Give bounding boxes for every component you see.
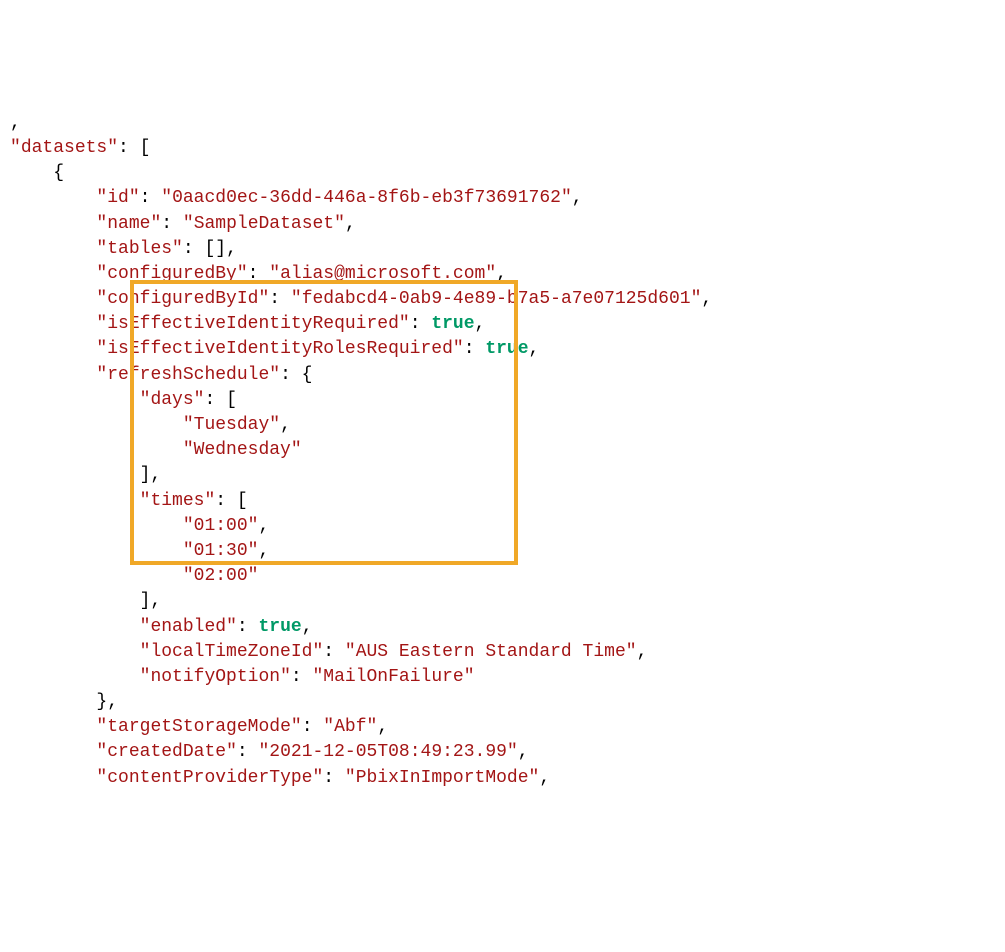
time-0: 01:00 [194,516,248,536]
refreshSchedule-key: refreshSchedule [107,365,269,385]
targetStorageMode-value: Abf [334,717,366,737]
enabled-key: enabled [150,617,226,637]
name-key: name [107,214,150,234]
days-key: days [150,390,193,410]
configuredById-value: fedabcd4-0ab9-4e89-b7a5-a7e07125d601 [302,289,691,309]
isEffectiveIdentityRequired-key: isEffectiveIdentityRequired [107,314,399,334]
datasets-key: datasets [21,138,107,158]
time-2: 02:00 [194,566,248,586]
targetStorageMode-key: targetStorageMode [107,717,291,737]
day-0: Tuesday [194,415,270,435]
tables-key: tables [107,239,172,259]
localTimeZoneId-value: AUS Eastern Standard Time [356,642,626,662]
contentProviderType-value: PbixInImportMode [356,768,529,788]
json-code: , "datasets": [ { "id": "0aacd0ec-36dd-4… [10,111,995,791]
localTimeZoneId-key: localTimeZoneId [150,642,312,662]
day-1: Wednesday [194,440,291,460]
name-value: SampleDataset [194,214,334,234]
notifyOption-key: notifyOption [150,667,280,687]
configuredById-key: configuredById [107,289,258,309]
times-key: times [150,491,204,511]
id-key: id [107,188,129,208]
time-1: 01:30 [194,541,248,561]
isEffectiveIdentityRolesRequired-key: isEffectiveIdentityRolesRequired [107,339,453,359]
createdDate-key: createdDate [107,742,226,762]
isEffectiveIdentityRequired-value: true [431,314,474,334]
contentProviderType-key: contentProviderType [107,768,312,788]
configuredBy-key: configuredBy [107,264,237,284]
id-value: 0aacd0ec-36dd-446a-8f6b-eb3f73691762 [172,188,561,208]
enabled-value: true [258,617,301,637]
notifyOption-value: MailOnFailure [323,667,463,687]
isEffectiveIdentityRolesRequired-value: true [485,339,528,359]
configuredBy-value: alias@microsoft.com [280,264,485,284]
createdDate-value: 2021-12-05T08:49:23.99 [269,742,507,762]
